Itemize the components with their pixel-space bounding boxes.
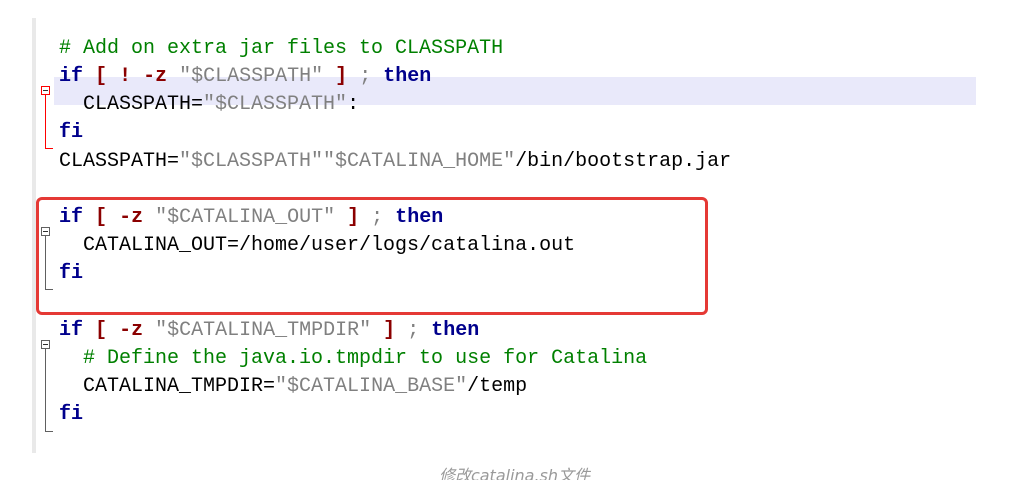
code-token: CLASSPATH= xyxy=(59,150,180,173)
fold-collapse-icon[interactable] xyxy=(41,340,50,349)
code-token: "$CATALINA_TMPDIR" xyxy=(155,319,372,342)
code-token: then xyxy=(431,319,480,342)
code-token: if xyxy=(59,65,84,88)
code-line[interactable]: if [ ! -z "$CLASSPATH" ] ; then xyxy=(59,63,431,91)
code-token: CATALINA_TMPDIR= xyxy=(59,375,276,398)
code-line[interactable]: # Add on extra jar files to CLASSPATH xyxy=(59,35,503,63)
annotation-highlight-box xyxy=(36,197,708,315)
code-line[interactable]: CATALINA_TMPDIR="$CATALINA_BASE"/temp xyxy=(59,373,527,401)
code-token: "$CLASSPATH" xyxy=(179,65,324,88)
screenshot-page: # Add on extra jar files to CLASSPATH if … xyxy=(0,0,1029,480)
code-token: if xyxy=(59,319,84,342)
fold-guide-line xyxy=(45,349,46,431)
code-line[interactable]: fi xyxy=(59,401,83,429)
fold-collapse-icon[interactable] xyxy=(41,86,50,95)
code-token: "$CATALINA_BASE" xyxy=(275,375,468,398)
code-token: # Define the java.io.tmpdir to use for C… xyxy=(59,347,648,370)
fold-end-marker xyxy=(45,431,53,432)
fold-end-marker xyxy=(45,148,53,149)
code-token: /temp xyxy=(467,375,528,398)
code-token: ] xyxy=(335,65,348,88)
code-token: -z xyxy=(119,319,144,342)
code-line[interactable]: CLASSPATH="$CLASSPATH""$CATALINA_HOME"/b… xyxy=(59,148,731,176)
code-token: fi xyxy=(59,121,84,144)
code-token: fi xyxy=(59,403,84,426)
code-token: ; xyxy=(359,65,372,88)
code-line[interactable]: fi xyxy=(59,119,83,147)
code-token: /bin/bootstrap.jar xyxy=(515,150,732,173)
code-token: [ xyxy=(95,65,108,88)
code-token: "$CLASSPATH" xyxy=(203,93,348,116)
code-line[interactable]: # Define the java.io.tmpdir to use for C… xyxy=(59,345,647,373)
code-line[interactable]: CLASSPATH="$CLASSPATH": xyxy=(59,91,359,119)
code-token: ] xyxy=(383,319,396,342)
code-token: then xyxy=(383,65,432,88)
code-token: CLASSPATH= xyxy=(59,93,204,116)
fold-guide-line xyxy=(45,95,46,148)
image-caption: 修改catalina.sh文件 xyxy=(438,466,591,480)
code-token: [ xyxy=(95,319,108,342)
code-token: # Add on extra jar files to CLASSPATH xyxy=(59,37,504,60)
code-token: : xyxy=(347,93,360,116)
code-token: -z xyxy=(143,65,168,88)
code-token: "$CLASSPATH""$CATALINA_HOME" xyxy=(179,150,516,173)
code-token: ; xyxy=(407,319,420,342)
code-line[interactable]: if [ -z "$CATALINA_TMPDIR" ] ; then xyxy=(59,317,479,345)
code-token: ! xyxy=(119,65,132,88)
